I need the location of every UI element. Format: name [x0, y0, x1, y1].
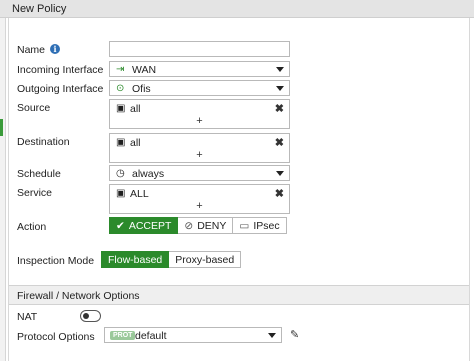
prot-badge: PROT — [110, 331, 136, 340]
source-field[interactable]: ▣ all ✖ + — [109, 99, 290, 129]
add-source-button[interactable]: + — [110, 115, 289, 127]
dialog-title-bar: New Policy — [0, 0, 474, 18]
outgoing-interface-label: Outgoing Interface — [17, 83, 104, 95]
remove-service-icon[interactable]: ✖ — [275, 187, 284, 200]
incoming-interface-value: WAN — [132, 64, 157, 76]
address-icon: ▣ — [116, 103, 126, 114]
action-accept-button[interactable]: ✔ ACCEPT — [109, 217, 179, 234]
service-field[interactable]: ▣ ALL ✖ + — [109, 184, 290, 214]
edit-pencil-icon[interactable]: ✎ — [290, 328, 299, 341]
left-edge-panel — [0, 18, 6, 361]
check-icon: ✔ — [116, 219, 125, 232]
source-value: all — [130, 103, 141, 115]
schedule-value: always — [132, 168, 165, 180]
nat-toggle[interactable] — [80, 310, 101, 322]
proxy-based-label: Proxy-based — [175, 253, 235, 266]
chevron-down-icon — [268, 333, 276, 338]
inspection-mode-group: Flow-based Proxy-based — [101, 251, 242, 268]
flow-based-label: Flow-based — [108, 253, 163, 266]
chevron-down-icon — [276, 86, 284, 91]
address-icon: ▣ — [116, 137, 126, 148]
service-label: Service — [17, 187, 53, 199]
deny-icon: ⊘ — [184, 219, 194, 232]
action-ipsec-button[interactable]: ▭ IPsec — [233, 217, 287, 234]
add-service-button[interactable]: + — [110, 200, 289, 212]
incoming-interface-label: Incoming Interface — [17, 64, 104, 76]
incoming-interface-select[interactable]: ⇥ WAN — [109, 61, 290, 77]
destination-field[interactable]: ▣ all ✖ + — [109, 133, 290, 163]
destination-value: all — [130, 137, 141, 149]
action-accept-label: ACCEPT — [128, 219, 172, 232]
dialog-title: New Policy — [12, 3, 67, 15]
schedule-label: Schedule — [17, 168, 61, 180]
chevron-down-icon — [276, 67, 284, 72]
outgoing-interface-value: Ofis — [132, 83, 151, 95]
service-value: ALL — [130, 188, 149, 200]
schedule-icon: ◷ — [116, 168, 125, 179]
section-title: Firewall / Network Options — [17, 290, 140, 302]
schedule-select[interactable]: ◷ always — [109, 165, 290, 181]
outgoing-interface-select[interactable]: ⊙ Ofis — [109, 80, 290, 96]
action-button-group: ✔ ACCEPT ⊘ DENY ▭ IPsec — [109, 217, 287, 234]
ipsec-icon: ▭ — [239, 219, 250, 232]
source-label: Source — [17, 102, 51, 114]
protocol-options-select[interactable]: PROT default — [104, 327, 282, 343]
inspection-mode-label: Inspection Mode — [17, 255, 95, 267]
destination-label: Destination — [17, 136, 70, 148]
add-destination-button[interactable]: + — [110, 149, 289, 161]
info-icon[interactable]: i — [50, 44, 60, 54]
left-accent-marker — [0, 119, 3, 136]
action-deny-button[interactable]: ⊘ DENY — [178, 217, 234, 234]
protocol-options-label: Protocol Options — [17, 331, 95, 343]
nat-label: NAT — [17, 311, 38, 323]
service-icon: ▣ — [116, 188, 126, 199]
network-port-icon: ⊙ — [116, 83, 125, 94]
remove-destination-icon[interactable]: ✖ — [275, 136, 284, 149]
inspection-proxy-based-button[interactable]: Proxy-based — [169, 251, 242, 268]
inspection-flow-based-button[interactable]: Flow-based — [101, 251, 170, 268]
wan-port-icon: ⇥ — [116, 64, 125, 75]
remove-source-icon[interactable]: ✖ — [275, 102, 284, 115]
protocol-options-value: default — [135, 330, 167, 342]
toggle-knob — [83, 313, 89, 319]
name-label: Name — [17, 44, 46, 56]
name-input[interactable] — [109, 41, 290, 57]
action-deny-label: DENY — [197, 219, 227, 232]
firewall-network-options-header: Firewall / Network Options — [9, 285, 469, 305]
chevron-down-icon — [276, 171, 284, 176]
action-ipsec-label: IPsec — [253, 219, 280, 232]
action-label: Action — [17, 221, 47, 233]
